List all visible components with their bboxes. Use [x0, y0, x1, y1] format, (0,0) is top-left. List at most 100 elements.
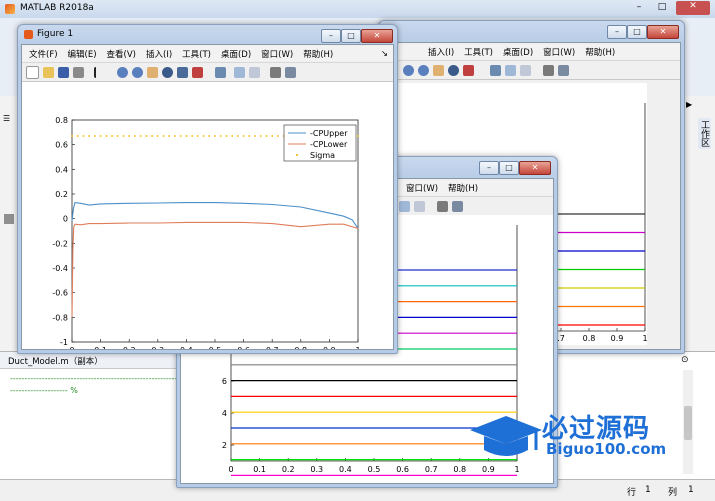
left-panel-handle[interactable] — [4, 214, 14, 224]
sigma-point — [277, 135, 279, 137]
rotate-icon[interactable] — [162, 66, 173, 78]
y-tick-label: 0.2 — [55, 190, 68, 199]
hide-tools-icon[interactable] — [437, 200, 448, 212]
fig3-menu-window[interactable]: 窗口(W) — [538, 46, 580, 58]
brush-icon[interactable] — [463, 64, 474, 76]
sigma-point — [242, 135, 245, 137]
fig1-menu-view[interactable]: 查看(V) — [102, 48, 141, 60]
zoom-in-icon[interactable] — [403, 64, 414, 76]
left-panel-collapse-icon[interactable]: ☰ — [3, 114, 10, 123]
y-tick-label: 2 — [222, 441, 227, 450]
fig1-menu-file[interactable]: 文件(F) — [24, 48, 63, 60]
fig1-menu-edit[interactable]: 编辑(E) — [63, 48, 102, 60]
y-tick-label: -0.2 — [52, 239, 68, 248]
main-maximize-button[interactable]: □ — [653, 2, 671, 14]
fig1-maximize-button[interactable]: □ — [341, 29, 361, 43]
dock-icon[interactable] — [558, 64, 569, 76]
zoom-out-icon[interactable] — [418, 64, 429, 76]
brush-icon[interactable] — [192, 66, 203, 78]
fig3-maximize-button[interactable]: □ — [627, 25, 647, 39]
x-tick-label: 0.1 — [253, 465, 266, 474]
new-figure-icon[interactable] — [26, 65, 39, 79]
x-tick-label: 0.8 — [453, 465, 466, 474]
sigma-point — [265, 135, 268, 137]
colorbar-icon[interactable] — [505, 64, 516, 76]
fig2-menu-window[interactable]: 窗口(W) — [401, 182, 443, 194]
pan-icon[interactable] — [433, 64, 444, 76]
x-tick-label: 0.4 — [339, 465, 352, 474]
sigma-point — [208, 135, 211, 137]
colorbar-icon[interactable] — [234, 66, 245, 78]
main-close-button[interactable]: ✕ — [676, 1, 710, 15]
fig3-menu-tools[interactable]: 工具(T) — [459, 46, 498, 58]
figure-1-window[interactable]: Figure 1 – □ ✕ 文件(F) 编辑(E) 查看(V) 插入(I) 工… — [17, 24, 398, 354]
data-cursor-icon[interactable] — [177, 66, 188, 78]
workspace-tab[interactable]: 工作区 — [698, 118, 711, 149]
editor-line-1: ----------------------------------------… — [10, 374, 176, 383]
y-tick-label: -0.6 — [52, 289, 68, 298]
rotate-icon[interactable] — [448, 64, 459, 76]
pan-icon[interactable] — [147, 66, 158, 78]
link-icon[interactable] — [490, 64, 501, 76]
fig1-menu-overflow-icon[interactable]: ↘ — [376, 49, 393, 59]
legend-icon[interactable] — [414, 200, 425, 212]
fig2-maximize-button[interactable]: □ — [499, 161, 519, 175]
print-icon[interactable] — [73, 66, 84, 78]
link-icon[interactable] — [215, 66, 226, 78]
hide-tools-icon[interactable] — [543, 64, 554, 76]
sigma-point — [202, 135, 205, 137]
fig1-menu-desktop[interactable]: 桌面(D) — [216, 48, 256, 60]
colorbar-icon[interactable] — [399, 200, 410, 212]
legend-icon[interactable] — [249, 66, 260, 78]
dock-icon[interactable] — [285, 66, 296, 78]
hide-tools-icon[interactable] — [270, 66, 281, 78]
x-tick-label: 0.7 — [425, 465, 438, 474]
fig1-menu-insert[interactable]: 插入(I) — [141, 48, 177, 60]
x-tick-label: 0.3 — [310, 465, 323, 474]
zoom-in-icon[interactable] — [117, 66, 128, 78]
fig2-close-button[interactable]: ✕ — [519, 161, 551, 175]
main-minimize-button[interactable]: – — [630, 2, 648, 14]
editor-vertical-scrollbar[interactable] — [683, 370, 693, 474]
save-icon[interactable] — [58, 66, 69, 78]
right-panel-arrow-icon[interactable]: ▶ — [686, 100, 692, 109]
sigma-point — [82, 135, 85, 137]
fig2-minimize-button[interactable]: – — [479, 161, 499, 175]
x-tick-label: 0.9 — [323, 346, 336, 349]
fig3-menu-help[interactable]: 帮助(H) — [580, 46, 620, 58]
fig1-chart: 0 0.1 0.2 0.3 0.4 0.5 0.6 0.7 0.8 0.9 1 0.8 0.6 0.4 0.… — [52, 116, 360, 349]
editor-menu-arrow-icon[interactable]: ⊙ — [681, 355, 689, 365]
fig1-menu-window[interactable]: 窗口(W) — [256, 48, 298, 60]
legend-icon[interactable] — [520, 64, 531, 76]
fig1-close-button[interactable]: ✕ — [361, 29, 393, 43]
y-tick-label: -0.8 — [52, 313, 68, 322]
fig1-minimize-button[interactable]: – — [321, 29, 341, 43]
open-file-icon[interactable] — [43, 66, 54, 78]
fig3-close-button[interactable]: ✕ — [647, 25, 679, 39]
sigma-point — [236, 135, 239, 137]
fig3-toolbar — [383, 60, 680, 80]
dock-icon[interactable] — [452, 200, 463, 212]
x-tick-label: .7 — [557, 334, 565, 343]
watermark-en-text: Biguo100.com — [546, 440, 667, 458]
fig1-menu-help[interactable]: 帮助(H) — [298, 48, 338, 60]
y-tick-label: -1 — [60, 338, 68, 347]
x-tick-label: 1 — [642, 334, 647, 343]
sigma-point — [71, 135, 73, 137]
sigma-point — [219, 135, 222, 137]
figure1-title: Figure 1 — [37, 29, 74, 39]
scrollbar-thumb[interactable] — [684, 406, 692, 440]
y-tick-label: 0.8 — [55, 116, 68, 125]
sigma-point — [162, 135, 165, 137]
editor-tab[interactable]: Duct_Model.m（副本） — [8, 355, 103, 367]
fig2-menu-help[interactable]: 帮助(H) — [443, 182, 483, 194]
fig3-minimize-button[interactable]: – — [607, 25, 627, 39]
zoom-out-icon[interactable] — [132, 66, 143, 78]
matlab-logo-icon — [5, 4, 15, 14]
y-tick-label: 0.6 — [55, 141, 68, 150]
fig3-menu-desktop[interactable]: 桌面(D) — [498, 46, 538, 58]
fig3-menu-insert[interactable]: 插入(I) — [423, 46, 459, 58]
fig1-menu-tools[interactable]: 工具(T) — [177, 48, 216, 60]
select-pointer-icon[interactable] — [94, 66, 107, 78]
status-row-label: 行 — [627, 488, 637, 498]
